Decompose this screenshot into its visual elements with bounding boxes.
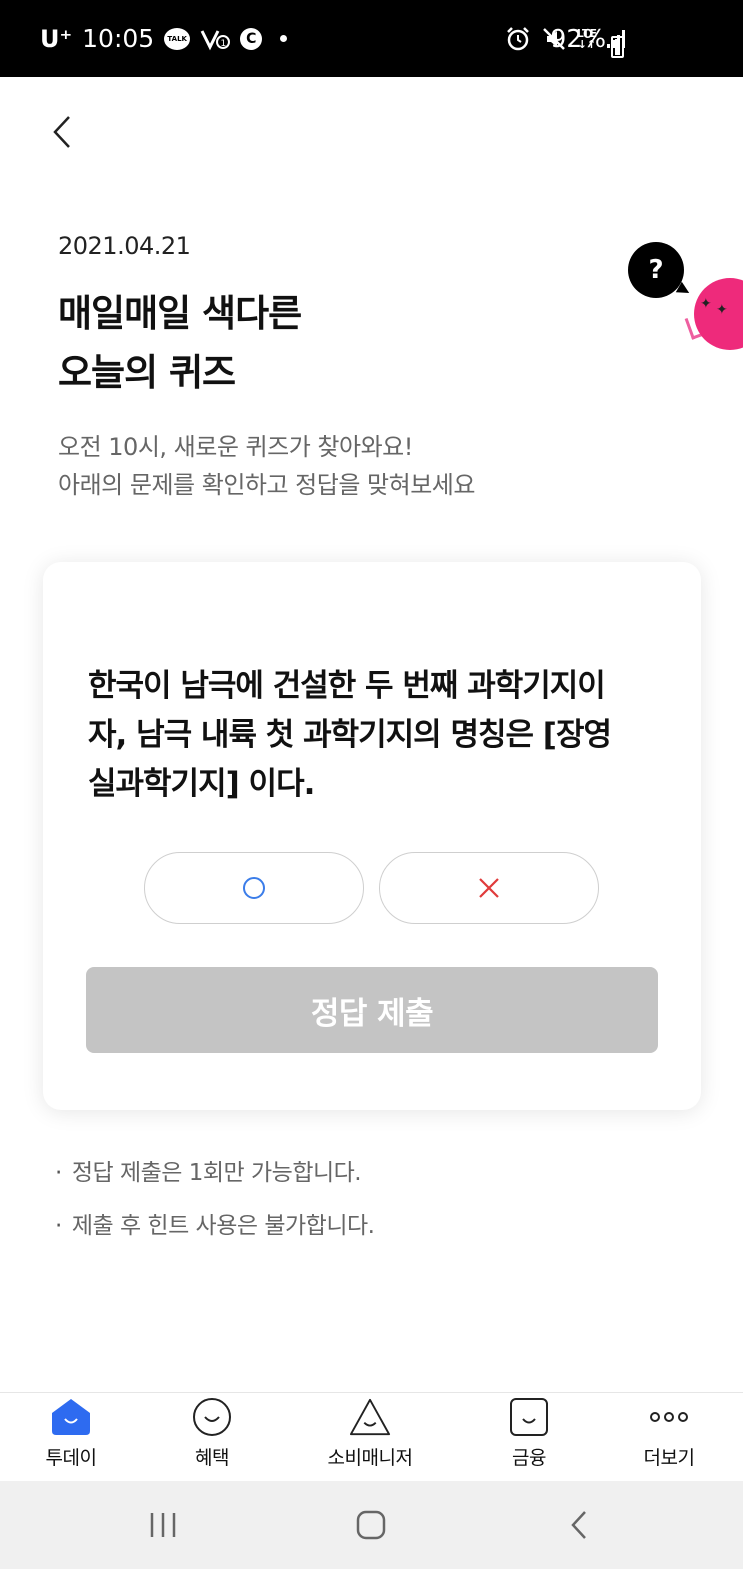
system-back-icon (571, 1511, 586, 1539)
answer-x-button[interactable] (379, 852, 599, 924)
note-item: · 정답 제출은 1회만 가능합니다. (55, 1155, 374, 1191)
back-button[interactable] (40, 110, 84, 154)
smile-circle-icon (191, 1397, 233, 1437)
notes-list: · 정답 제출은 1회만 가능합니다. · 제출 후 힌트 사용은 불가합니다. (55, 1155, 375, 1261)
recent-apps-button[interactable] (133, 1501, 193, 1549)
bottom-navigation: 투데이 혜택 소비매니저 금융 더보기 (0, 1392, 743, 1481)
notification-dot-icon (280, 35, 288, 42)
mascot-eye-icon: ✦ (716, 302, 728, 318)
chevron-left-icon (53, 116, 70, 148)
circle-o-icon (243, 877, 265, 899)
nav-label-today: 투데이 (45, 1447, 97, 1469)
recent-apps-icon (150, 1513, 176, 1537)
square-smile-icon (508, 1397, 550, 1437)
question-line-2: 자, 남극 내륙 첫 과학기지의 명칭은 [장영 (88, 717, 612, 753)
cross-x-icon (479, 878, 499, 898)
status-bar: U⁺ 10:05 TALK 1 C LTE ↓↑ 92% (0, 0, 743, 77)
nav-label-spending-manager: 소비매니저 (327, 1447, 413, 1469)
quiz-question: 한국이 남극에 건설한 두 번째 과학기지이 자, 남극 내륙 첫 과학기지의 … (88, 662, 668, 809)
note-item: · 제출 후 힌트 사용은 불가합니다. (55, 1208, 375, 1244)
title-line-1: 매일매일 색다른 (58, 292, 302, 335)
quiz-date: 2021.04.21 (58, 232, 191, 260)
more-dots-icon (648, 1397, 690, 1437)
battery-icon (611, 36, 624, 58)
triangle-smile-icon (349, 1397, 391, 1437)
answer-o-button[interactable] (144, 852, 364, 924)
note-text: 제출 후 힌트 사용은 불가합니다. (71, 1213, 375, 1239)
home-smile-icon (50, 1397, 92, 1437)
note-text: 정답 제출은 1회만 가능합니다. (71, 1160, 362, 1186)
nav-label-finance: 금융 (512, 1447, 546, 1469)
bullet-dot-icon: · (55, 1213, 62, 1239)
page-description: 오전 10시, 새로운 퀴즈가 찾아와요! 아래의 문제를 확인하고 정답을 맞… (58, 428, 475, 504)
quiz-card: 한국이 남극에 건설한 두 번째 과학기지이 자, 남극 내륙 첫 과학기지의 … (43, 562, 701, 1110)
question-line-1: 한국이 남극에 건설한 두 번째 과학기지이 (88, 668, 606, 704)
carrier-label: U⁺ (40, 24, 73, 53)
system-navigation-bar (0, 1481, 743, 1569)
battery-percent: 92% (550, 24, 606, 53)
nav-item-spending-manager[interactable]: 소비매니저 (310, 1393, 430, 1482)
system-back-button[interactable] (549, 1501, 609, 1549)
vpn-key-icon: 1 (200, 27, 231, 51)
nav-label-more: 더보기 (643, 1447, 695, 1469)
clock-label: 10:05 (82, 24, 155, 53)
kakaotalk-icon: TALK (164, 27, 191, 50)
mascot-character: ✦ ✦ (694, 278, 743, 350)
title-line-2: 오늘의 퀴즈 (58, 351, 236, 394)
bullet-dot-icon: · (55, 1160, 62, 1186)
question-line-3: 실과학기지] 이다. (88, 766, 315, 802)
nav-label-benefits: 혜택 (195, 1447, 229, 1469)
mascot-eye-icon: ✦ (700, 296, 712, 312)
desc-line-1: 오전 10시, 새로운 퀴즈가 찾아와요! (58, 433, 413, 461)
page-title: 매일매일 색다른 오늘의 퀴즈 (58, 284, 302, 402)
nav-item-today[interactable]: 투데이 (11, 1393, 131, 1482)
c-badge-icon: C (240, 27, 263, 50)
alarm-icon (505, 26, 531, 52)
home-button[interactable] (341, 1501, 401, 1549)
help-bubble-button[interactable]: ? (628, 242, 684, 298)
nav-item-more[interactable]: 더보기 (609, 1393, 729, 1482)
home-square-icon (356, 1510, 386, 1540)
desc-line-2: 아래의 문제를 확인하고 정답을 맞혀보세요 (58, 471, 475, 499)
svg-text:1: 1 (221, 39, 227, 49)
nav-item-benefits[interactable]: 혜택 (152, 1393, 272, 1482)
nav-item-finance[interactable]: 금융 (469, 1393, 589, 1482)
submit-answer-button[interactable]: 정답 제출 (86, 967, 658, 1053)
